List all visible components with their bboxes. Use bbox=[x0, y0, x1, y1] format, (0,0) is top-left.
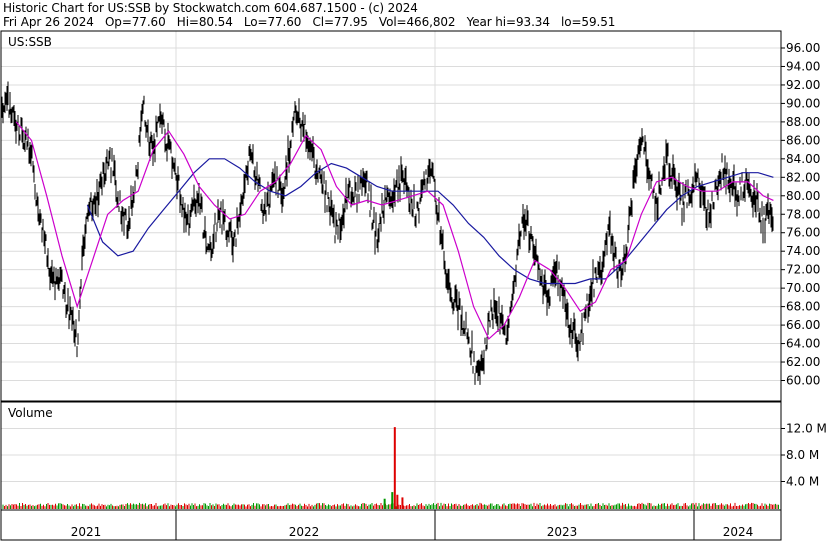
price-tick-label: 94.00 bbox=[786, 59, 820, 73]
date-axis: 2021 2022 2023 2024 bbox=[71, 510, 754, 540]
volume-tick-label: 8.0 M bbox=[786, 448, 819, 462]
date-axis-frame bbox=[0, 509, 782, 541]
price-axis: 96.00 94.00 92.00 90.00 88.00 86.00 84.00 82.00… bbox=[781, 41, 820, 388]
price-tick-label: 82.00 bbox=[786, 170, 820, 184]
volume-label: Volume bbox=[8, 406, 53, 420]
symbol-label: US:SSB bbox=[8, 35, 52, 49]
volume-panel-frame bbox=[0, 401, 782, 511]
price-tick-label: 78.00 bbox=[786, 207, 820, 221]
date-tick-label: 2023 bbox=[547, 525, 578, 539]
price-tick-label: 76.00 bbox=[786, 226, 820, 240]
volume-axis: 12.0 M 8.0 M 4.0 M bbox=[781, 422, 827, 489]
price-tick-label: 86.00 bbox=[786, 133, 820, 147]
price-tick-label: 62.00 bbox=[786, 355, 820, 369]
volume-tick-label: 12.0 M bbox=[786, 422, 827, 436]
price-tick-label: 72.00 bbox=[786, 263, 820, 277]
stock-chart: US:SSB Volume 96.00 94.00 92.00 90.00 88.00 8… bbox=[0, 30, 827, 541]
volume-bars bbox=[2, 427, 779, 509]
price-panel-frame bbox=[0, 30, 782, 402]
price-tick-label: 74.00 bbox=[786, 244, 820, 258]
date-tick-label: 2024 bbox=[723, 525, 754, 539]
price-tick-label: 84.00 bbox=[786, 152, 820, 166]
volume-tick-label: 4.0 M bbox=[786, 475, 819, 489]
price-tick-label: 64.00 bbox=[786, 337, 820, 351]
price-tick-label: 66.00 bbox=[786, 318, 820, 332]
price-grid bbox=[1, 31, 781, 510]
price-tick-label: 90.00 bbox=[786, 96, 820, 110]
price-tick-label: 60.00 bbox=[786, 374, 820, 388]
price-tick-label: 92.00 bbox=[786, 78, 820, 92]
price-tick-label: 88.00 bbox=[786, 115, 820, 129]
price-tick-label: 70.00 bbox=[786, 281, 820, 295]
price-tick-label: 80.00 bbox=[786, 189, 820, 203]
price-tick-label: 96.00 bbox=[786, 41, 820, 55]
volume-grid bbox=[1, 428, 781, 482]
date-tick-label: 2021 bbox=[71, 525, 102, 539]
date-tick-label: 2022 bbox=[289, 525, 320, 539]
price-tick-label: 68.00 bbox=[786, 300, 820, 314]
